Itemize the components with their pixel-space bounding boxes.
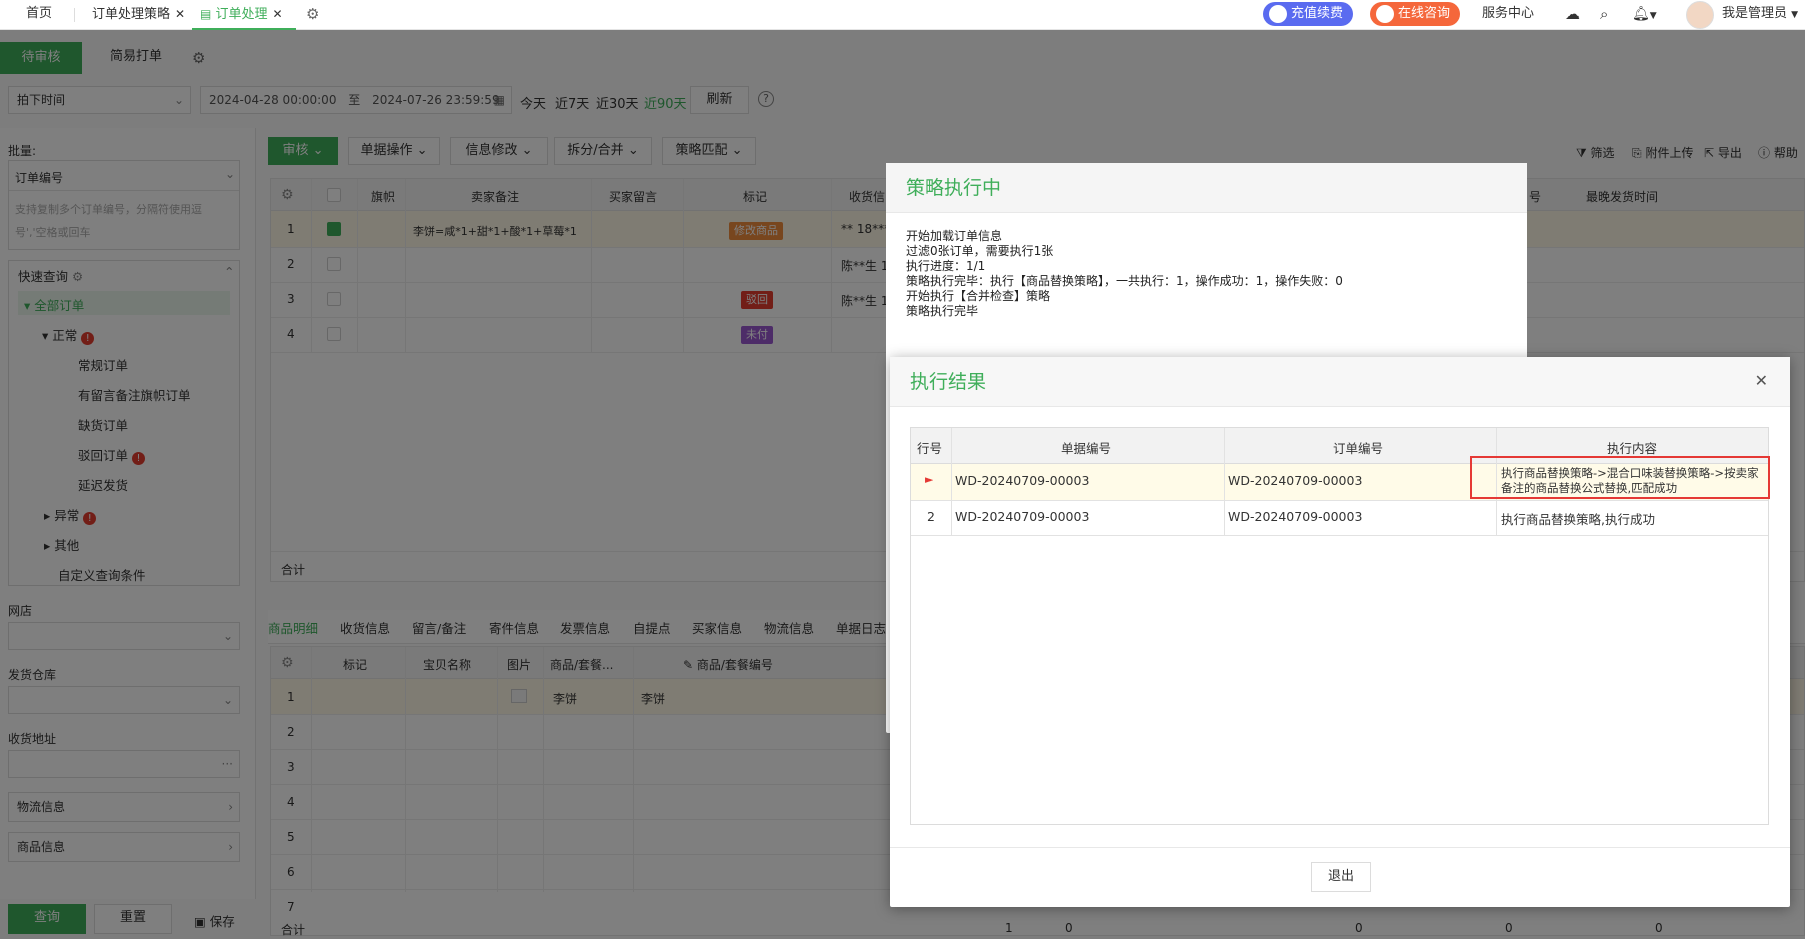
tab-order-process[interactable]: ▤ 订单处理 ✕ xyxy=(200,0,283,30)
row-line xyxy=(911,500,1768,501)
dialog-title: 策略执行中 xyxy=(886,163,1527,213)
dialog-footer-divider xyxy=(890,847,1790,848)
tab-order-strategy[interactable]: 订单处理策略 ✕ xyxy=(92,0,185,30)
current-row-arrow-icon: ► xyxy=(925,473,934,486)
col-line xyxy=(951,428,952,535)
execution-log: 开始加载订单信息 过滤0张订单，需要执行1张 执行进度：1/1 策略执行完毕：执… xyxy=(906,229,1343,319)
tab-divider xyxy=(74,8,75,22)
user-menu[interactable]: 我是管理员 ▼ xyxy=(1722,0,1798,30)
bell-icon[interactable]: 🔔︎▼ xyxy=(1632,0,1657,30)
row-number: 2 xyxy=(927,509,935,524)
chevron-down-icon: ▼ xyxy=(1791,10,1799,20)
tab-order-process-label: 订单处理 xyxy=(215,7,268,22)
log-line: 执行进度：1/1 xyxy=(906,259,986,273)
log-line: 开始加载订单信息 xyxy=(906,229,1003,243)
close-icon[interactable]: ✕ xyxy=(175,7,185,21)
search-icon[interactable]: ⌕ xyxy=(1600,0,1608,30)
close-icon[interactable]: ✕ xyxy=(1755,371,1768,390)
top-tab-bar: 首页 订单处理策略 ✕ ▤ 订单处理 ✕ ⚙ 充值续费 在线咨询 服务中心 ☁ ⌕ … xyxy=(0,0,1805,30)
dialog-title: 执行结果 xyxy=(890,357,1790,407)
col-line xyxy=(1224,428,1225,535)
avatar[interactable] xyxy=(1686,1,1714,29)
tab-home-label: 首页 xyxy=(26,6,53,21)
tab-home[interactable]: 首页 xyxy=(26,0,52,30)
log-line: 策略执行完毕 xyxy=(906,304,979,318)
service-center-link[interactable]: 服务中心 xyxy=(1482,0,1534,30)
close-icon[interactable]: ✕ xyxy=(273,7,283,21)
gear-icon[interactable]: ⚙ xyxy=(306,0,319,30)
exec-content-cell[interactable]: 执行商品替换策略,执行成功 xyxy=(1501,509,1655,528)
tab-order-strategy-label: 订单处理策略 xyxy=(92,7,171,22)
recharge-button[interactable]: 充值续费 xyxy=(1263,2,1354,26)
exit-button[interactable]: 退出 xyxy=(1311,862,1371,892)
highlight-box xyxy=(1470,456,1770,499)
user-name: 我是管理员 xyxy=(1722,6,1788,21)
doc-no-cell[interactable]: WD-20240709-00003 xyxy=(955,473,1089,488)
consult-button[interactable]: 在线咨询 xyxy=(1370,2,1461,26)
col-order-no: 订单编号 xyxy=(1333,441,1384,456)
order-no-cell[interactable]: WD-20240709-00003 xyxy=(1228,509,1362,524)
recharge-icon xyxy=(1269,5,1287,23)
service-label: 服务中心 xyxy=(1482,6,1535,21)
log-line: 策略执行完毕：执行【商品替换策略】，一共执行：1，操作成功：1，操作失败：0 xyxy=(906,274,1343,288)
col-exec-content: 执行内容 xyxy=(1607,441,1658,456)
cloud-download-icon[interactable]: ☁ xyxy=(1565,0,1580,30)
chat-icon xyxy=(1376,5,1394,23)
col-row-no: 行号 xyxy=(917,441,943,456)
col-doc-no: 单据编号 xyxy=(1061,441,1112,456)
result-table: 行号 单据编号 订单编号 执行内容 ► WD-20240709-00003 WD… xyxy=(910,427,1770,825)
consult-label: 在线咨询 xyxy=(1398,6,1451,21)
order-no-cell[interactable]: WD-20240709-00003 xyxy=(1228,473,1362,488)
recharge-label: 充值续费 xyxy=(1291,6,1344,21)
document-icon: ▤ xyxy=(200,7,212,21)
row-line xyxy=(911,535,1768,536)
log-line: 过滤0张订单，需要执行1张 xyxy=(906,244,1054,258)
execution-result-dialog: 执行结果 ✕ 行号 单据编号 订单编号 执行内容 ► WD-20240709-0… xyxy=(890,357,1790,907)
log-line: 开始执行【合并检查】策略 xyxy=(906,289,1051,303)
doc-no-cell[interactable]: WD-20240709-00003 xyxy=(955,509,1089,524)
